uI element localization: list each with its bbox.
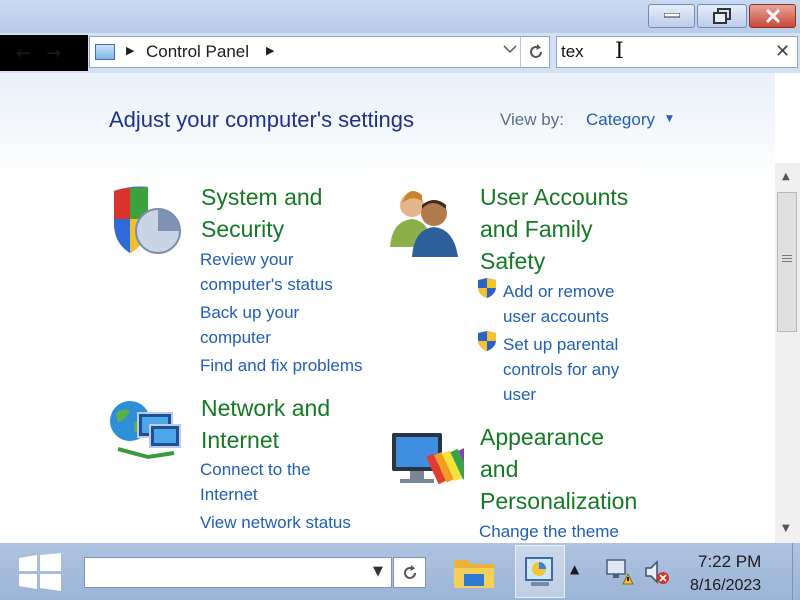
refresh-button[interactable] xyxy=(520,37,551,67)
restore-button[interactable] xyxy=(697,4,747,28)
volume-muted-icon[interactable] xyxy=(643,558,671,590)
link-backup-line2[interactable]: computer xyxy=(200,325,271,350)
show-hidden-icons-arrow-icon[interactable]: ▲ xyxy=(570,562,579,576)
breadcrumb-root-chevron-icon[interactable]: ▶ xyxy=(126,44,134,57)
clock-time[interactable]: 7:22 PM xyxy=(698,552,761,572)
text-cursor-icon: I xyxy=(615,39,624,64)
link-change-theme[interactable]: Change the theme xyxy=(479,519,619,543)
refresh-icon xyxy=(403,564,416,579)
scroll-down-arrow-icon[interactable]: ▼ xyxy=(782,523,790,534)
control-panel-icon xyxy=(95,44,115,60)
network-globe-icon xyxy=(110,401,181,460)
back-arrow-icon[interactable]: ← xyxy=(16,43,31,64)
uac-shield-icon xyxy=(478,278,496,298)
close-button[interactable] xyxy=(749,4,796,28)
start-button[interactable] xyxy=(0,543,80,600)
clock-date[interactable]: 8/16/2023 xyxy=(690,577,761,595)
search-input[interactable] xyxy=(561,41,761,63)
link-add-remove-users-line1[interactable]: Add or remove xyxy=(503,279,615,304)
view-by-dropdown[interactable]: Category xyxy=(586,110,655,130)
address-dropdown-icon[interactable] xyxy=(503,43,517,58)
category-system-security-line2[interactable]: Security xyxy=(201,213,284,245)
link-add-remove-users-line2[interactable]: user accounts xyxy=(503,304,609,329)
category-appearance-line3[interactable]: Personalization xyxy=(480,485,637,517)
link-view-network-status[interactable]: View network status xyxy=(200,510,351,535)
view-by-label: View by: xyxy=(500,110,564,129)
category-appearance-line1[interactable]: Appearance xyxy=(480,421,604,453)
clear-search-icon[interactable]: ✕ xyxy=(775,41,790,62)
uac-shield-icon xyxy=(478,331,496,351)
address-bar[interactable]: ▶ Control Panel ▶ xyxy=(89,36,550,68)
window-title-bar xyxy=(0,0,800,33)
windows-logo-icon xyxy=(19,553,61,591)
scrollbar-thumb[interactable] xyxy=(777,192,797,332)
link-find-fix-problems[interactable]: Find and fix problems xyxy=(200,353,363,378)
close-icon xyxy=(750,5,795,27)
breadcrumb-chevron-icon[interactable]: ▶ xyxy=(266,44,274,57)
control-panel-taskbar-button[interactable] xyxy=(515,545,565,598)
category-system-security-line1[interactable]: System and xyxy=(201,181,322,213)
grip-line xyxy=(782,261,792,262)
breadcrumb-control-panel[interactable]: Control Panel xyxy=(146,42,249,62)
file-explorer-taskbar-button[interactable] xyxy=(448,549,500,595)
link-backup-line1[interactable]: Back up your xyxy=(200,300,299,325)
network-warning-icon[interactable] xyxy=(605,558,635,590)
minimize-icon xyxy=(649,5,694,27)
taskbar-address-field[interactable]: ▼ xyxy=(84,557,392,588)
grip-line xyxy=(782,258,792,259)
view-by-caret-icon[interactable]: ▼ xyxy=(666,114,673,124)
forward-arrow-icon[interactable]: → xyxy=(46,43,61,64)
link-parental-controls-line1[interactable]: Set up parental xyxy=(503,332,618,357)
link-connect-internet-line2[interactable]: Internet xyxy=(200,482,258,507)
back-forward-buttons[interactable]: ← → xyxy=(0,35,88,71)
shield-icon xyxy=(114,186,181,254)
category-network-line1[interactable]: Network and xyxy=(201,392,330,424)
page-title: Adjust your computer's settings xyxy=(109,107,415,132)
category-user-accounts-line2[interactable]: and Family xyxy=(480,213,592,245)
vertical-scrollbar[interactable]: ▲ ▼ xyxy=(775,163,800,543)
users-icon xyxy=(390,191,458,257)
link-review-status-line1[interactable]: Review your xyxy=(200,247,294,272)
link-connect-internet-line1[interactable]: Connect to the xyxy=(200,457,311,482)
monitor-palette-icon xyxy=(392,433,464,485)
link-parental-controls-line3[interactable]: user xyxy=(503,382,536,407)
category-network-line2[interactable]: Internet xyxy=(201,424,279,456)
scroll-up-arrow-icon[interactable]: ▲ xyxy=(782,171,790,182)
refresh-icon xyxy=(530,44,542,58)
taskbar: ▼ ▲ 7:22 PM 8/16/2023 xyxy=(0,543,800,600)
taskbar-address-dropdown-icon[interactable]: ▼ xyxy=(373,564,383,579)
minimize-button[interactable] xyxy=(648,4,695,28)
link-parental-controls-line2[interactable]: controls for any xyxy=(503,357,619,382)
taskbar-refresh-button[interactable] xyxy=(393,557,426,588)
category-appearance-line2[interactable]: and xyxy=(480,453,518,485)
restore-icon xyxy=(698,5,746,27)
link-review-status-line2[interactable]: computer's status xyxy=(200,272,333,297)
search-box[interactable]: I ✕ xyxy=(556,36,798,68)
control-panel-icon xyxy=(525,556,553,586)
category-user-accounts-line3[interactable]: Safety xyxy=(480,245,545,277)
control-panel-content: Adjust your computer's settings View by:… xyxy=(0,73,775,543)
category-user-accounts-line1[interactable]: User Accounts xyxy=(480,181,628,213)
show-desktop-button[interactable] xyxy=(792,543,800,600)
folder-icon xyxy=(454,560,494,588)
grip-line xyxy=(782,255,792,256)
